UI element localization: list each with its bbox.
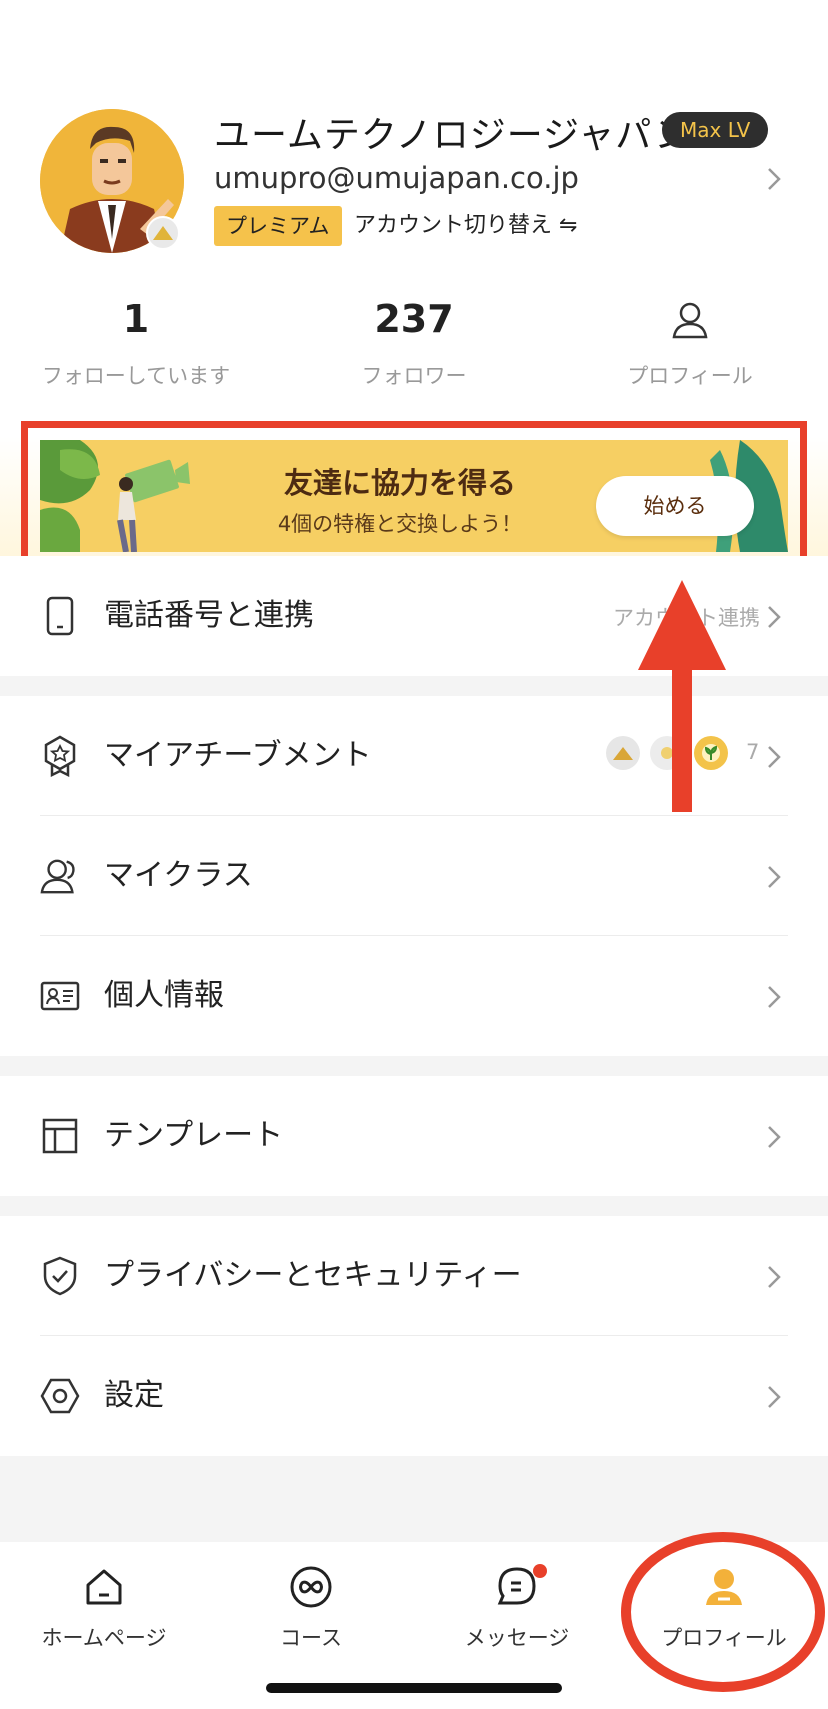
menu-item-label: マイクラス bbox=[104, 858, 253, 893]
avatar-level-badge-icon bbox=[146, 216, 180, 250]
chevron-right-icon[interactable] bbox=[766, 166, 782, 196]
menu-item-template[interactable]: テンプレート bbox=[0, 1076, 828, 1196]
user-name: ユームテクノロジージャパン bbox=[214, 115, 692, 156]
award-badge-icon bbox=[40, 735, 80, 777]
menu-item-label: 電話番号と連携 bbox=[104, 598, 314, 633]
hexagon-gear-icon bbox=[40, 1376, 80, 1416]
menu-item-privacy[interactable]: プライバシーとセキュリティー bbox=[0, 1216, 828, 1336]
chevron-right-icon bbox=[766, 604, 782, 634]
template-section: テンプレート bbox=[0, 1076, 828, 1196]
chevron-right-icon bbox=[766, 1124, 782, 1154]
tab-home[interactable]: ホームページ bbox=[24, 1562, 184, 1652]
following-count: 1 bbox=[122, 297, 150, 341]
chevron-right-icon bbox=[766, 984, 782, 1014]
tab-course[interactable]: コース bbox=[231, 1562, 391, 1652]
chevron-right-icon bbox=[766, 864, 782, 894]
chevron-right-icon bbox=[766, 744, 782, 774]
followers-count: 237 bbox=[374, 297, 454, 341]
following-label: フォローしています bbox=[41, 364, 231, 388]
menu-item-my-class[interactable]: マイクラス bbox=[0, 816, 828, 936]
chat-icon bbox=[437, 1562, 597, 1612]
infinity-icon bbox=[231, 1562, 391, 1612]
annotation-highlight-frame bbox=[21, 421, 807, 569]
annotation-circle bbox=[621, 1532, 825, 1692]
level-badge: Max LV bbox=[662, 112, 769, 148]
tab-label: コース bbox=[280, 1626, 342, 1650]
menu-item-personal-info[interactable]: 個人情報 bbox=[0, 936, 828, 1056]
section-gap bbox=[0, 1056, 828, 1076]
phone-icon bbox=[40, 596, 80, 636]
annotation-arrow-icon bbox=[634, 580, 730, 816]
section-gap bbox=[0, 1196, 828, 1216]
following-stat[interactable]: 1 フォローしています bbox=[36, 296, 236, 390]
user-email: umupro@umujapan.co.jp bbox=[214, 161, 579, 195]
menu-item-label: プライバシーとセキュリティー bbox=[104, 1258, 522, 1293]
settings-section: プライバシーとセキュリティー 設定 bbox=[0, 1216, 828, 1456]
tab-messages[interactable]: メッセージ bbox=[437, 1562, 597, 1652]
person-outline-icon bbox=[610, 296, 770, 342]
menu-item-label: 個人情報 bbox=[104, 978, 224, 1013]
followers-stat[interactable]: 237 フォロワー bbox=[334, 296, 494, 390]
menu-item-settings[interactable]: 設定 bbox=[0, 1336, 828, 1456]
tab-label: メッセージ bbox=[464, 1626, 570, 1650]
premium-badge: プレミアム bbox=[214, 206, 342, 246]
chevron-right-icon bbox=[766, 1384, 782, 1414]
menu-item-label: マイアチーブメント bbox=[104, 738, 372, 773]
profile-stat[interactable]: プロフィール bbox=[610, 296, 770, 390]
unread-dot bbox=[533, 1564, 547, 1578]
home-icon bbox=[24, 1562, 184, 1612]
tab-label: ホームページ bbox=[41, 1626, 167, 1650]
menu-item-label: テンプレート bbox=[104, 1118, 284, 1153]
menu-item-label: 設定 bbox=[104, 1378, 164, 1413]
profile-label: プロフィール bbox=[627, 364, 753, 388]
switch-account-link[interactable]: アカウント切り替え ⇋ bbox=[354, 210, 577, 242]
chevron-right-icon bbox=[766, 1264, 782, 1294]
people-icon bbox=[40, 856, 80, 896]
bottom-gap bbox=[0, 1456, 828, 1542]
layout-icon bbox=[40, 1116, 80, 1156]
shield-check-icon bbox=[40, 1256, 80, 1296]
achievement-count: 7 bbox=[746, 740, 760, 764]
followers-label: フォロワー bbox=[361, 364, 467, 388]
home-indicator bbox=[266, 1683, 562, 1693]
id-card-icon bbox=[40, 976, 80, 1016]
